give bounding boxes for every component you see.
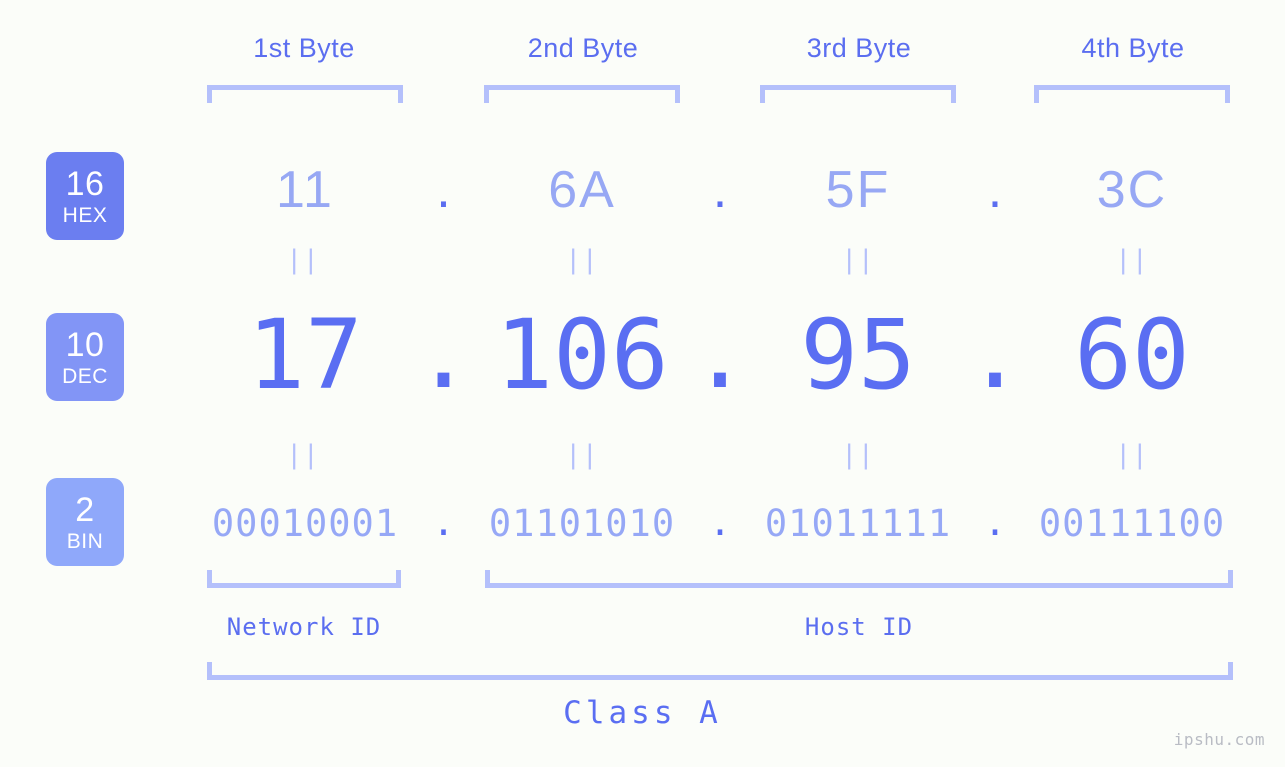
byte-bracket-4 xyxy=(1034,85,1230,103)
equals-mark-hex-dec-1: || xyxy=(286,245,320,275)
base-badge-bin: 2 BIN xyxy=(46,478,124,566)
dec-octet-4: 60 xyxy=(1074,299,1190,411)
hex-value-row: 11 . 6A . 5F . 3C xyxy=(150,148,1250,232)
byte-header-3: 3rd Byte xyxy=(806,33,912,63)
ip-breakdown-diagram: 1st Byte 2nd Byte 3rd Byte 4th Byte 16 H… xyxy=(0,0,1285,767)
dec-separator-3: . xyxy=(966,298,1024,411)
base-badge-dec-number: 10 xyxy=(65,325,105,364)
bin-octet-1: 00010001 xyxy=(211,501,399,545)
bin-separator-3: . xyxy=(983,500,1007,544)
equals-mark-dec-bin-2: || xyxy=(565,440,599,470)
bin-octet-4: 00111100 xyxy=(1038,501,1226,545)
hex-separator-1: . xyxy=(436,160,451,219)
host-id-label: Host ID xyxy=(804,613,914,641)
bin-separator-2: . xyxy=(708,500,732,544)
bin-octet-2: 01101010 xyxy=(488,501,676,545)
dec-octet-3: 95 xyxy=(800,299,916,411)
dec-separator-2: . xyxy=(691,298,749,411)
byte-header-2: 2nd Byte xyxy=(527,33,639,63)
base-badge-bin-name: BIN xyxy=(66,529,104,553)
network-id-bracket xyxy=(207,570,401,588)
dec-separator-1: . xyxy=(414,298,473,411)
bin-octet-3: 01011111 xyxy=(764,501,952,545)
equals-mark-hex-dec-2: || xyxy=(565,245,599,275)
hex-octet-4: 3C xyxy=(1096,161,1168,219)
byte-bracket-3 xyxy=(760,85,956,103)
hex-octet-3: 5F xyxy=(825,161,891,219)
base-badge-hex-name: HEX xyxy=(62,203,108,227)
equals-mark-dec-bin-4: || xyxy=(1115,440,1149,470)
dec-octet-2: 106 xyxy=(495,299,669,411)
byte-header-4: 4th Byte xyxy=(1081,33,1185,63)
site-watermark: ipshu.com xyxy=(1173,730,1265,749)
bin-value-row: 00010001 . 01101010 . 01011111 . 0011110… xyxy=(150,495,1250,551)
class-bracket xyxy=(207,662,1233,680)
bin-separator-1: . xyxy=(432,500,455,544)
base-badge-hex-number: 16 xyxy=(65,164,105,203)
hex-separator-2: . xyxy=(712,160,728,219)
hex-octet-1: 11 xyxy=(276,161,334,219)
byte-header-1: 1st Byte xyxy=(253,33,355,63)
byte-bracket-1 xyxy=(207,85,403,103)
dec-value-row: 17 . 106 . 95 . 60 xyxy=(150,295,1250,415)
equals-mark-dec-bin-3: || xyxy=(841,440,875,470)
base-badge-dec-name: DEC xyxy=(62,364,108,388)
byte-bracket-2 xyxy=(484,85,680,103)
dec-octet-1: 17 xyxy=(247,299,363,411)
base-badge-dec: 10 DEC xyxy=(46,313,124,401)
hex-separator-3: . xyxy=(987,160,1003,219)
host-id-bracket xyxy=(485,570,1233,588)
equals-mark-hex-dec-4: || xyxy=(1115,245,1149,275)
network-id-label: Network ID xyxy=(226,613,382,641)
base-badge-bin-number: 2 xyxy=(75,490,95,529)
hex-octet-2: 6A xyxy=(548,161,616,219)
base-badge-hex: 16 HEX xyxy=(46,152,124,240)
equals-mark-hex-dec-3: || xyxy=(841,245,875,275)
class-label: Class A xyxy=(563,695,722,731)
equals-mark-dec-bin-1: || xyxy=(286,440,320,470)
